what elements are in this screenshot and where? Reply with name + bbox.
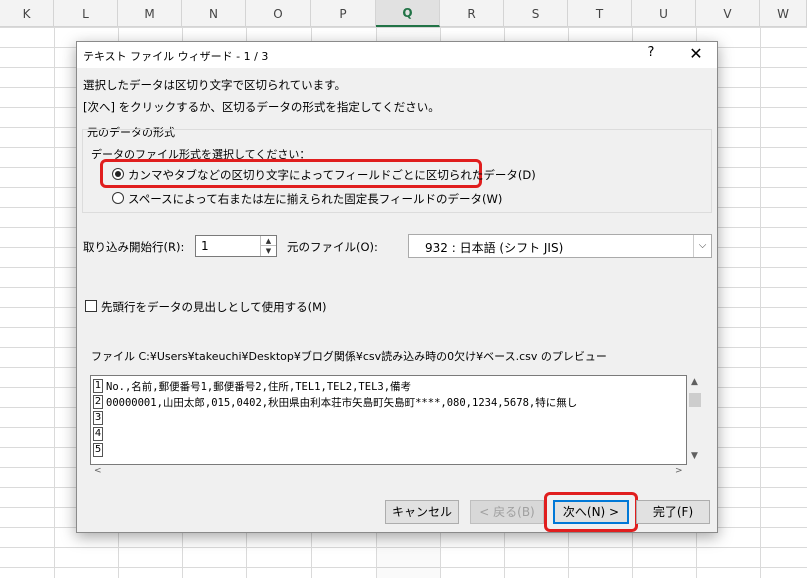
dialog-title: テキスト ファイル ウィザード - 1 / 3 [83, 50, 269, 63]
stepper-down-icon[interactable]: ▼ [261, 246, 276, 256]
column-header-l[interactable]: L [54, 0, 118, 27]
column-header-k[interactable]: K [0, 0, 54, 27]
help-button[interactable]: ? [642, 45, 660, 63]
line-number: 1 [93, 379, 103, 393]
preview-pane[interactable]: 1 2 3 4 5 No.,名前,郵便番号1,郵便番号2,住所,TEL1,TEL… [90, 375, 687, 465]
origin-select-value: 932 : 日本語 (シフト JIS) [425, 241, 564, 255]
scroll-left-icon[interactable]: < [94, 466, 102, 476]
back-button[interactable]: < 戻る(B) [470, 500, 544, 524]
column-header-p[interactable]: P [311, 0, 376, 27]
text-import-wizard-dialog: テキスト ファイル ウィザード - 1 / 3 ? ✕ 選択したデータは区切り文… [76, 41, 718, 533]
preview-horizontal-scrollbar[interactable]: < > [90, 465, 687, 479]
header-row-checkbox[interactable] [85, 300, 97, 312]
grid-line [54, 27, 55, 578]
start-row-stepper[interactable]: 1 ▲ ▼ [195, 235, 277, 257]
scroll-right-icon[interactable]: > [675, 466, 683, 476]
scroll-down-icon[interactable]: ▼ [691, 451, 698, 461]
column-header-u[interactable]: U [632, 0, 696, 27]
radio-delimited-label[interactable]: カンマやタブなどの区切り文字によってフィールドごとに区切られたデータ(D) [128, 167, 536, 183]
column-header-bar: K L M N O P Q R S T U V W [0, 0, 807, 27]
start-row-label: 取り込み開始行(R): [83, 240, 185, 254]
column-header-r[interactable]: R [440, 0, 504, 27]
radio-fixed-width-label[interactable]: スペースによって右または左に揃えられた固定長フィールドのデータ(W) [128, 191, 502, 207]
line-number: 3 [93, 411, 103, 425]
dialog-titlebar[interactable]: テキスト ファイル ウィザード - 1 / 3 ? ✕ [77, 42, 717, 68]
intro-text-2: [次へ] をクリックするか、区切るデータの形式を指定してください。 [83, 100, 440, 114]
column-header-n[interactable]: N [182, 0, 246, 27]
column-header-s[interactable]: S [504, 0, 568, 27]
column-header-q[interactable]: Q [376, 0, 440, 27]
grid-line [760, 27, 761, 578]
column-header-m[interactable]: M [118, 0, 182, 27]
radio-delimited[interactable] [112, 168, 124, 180]
column-header-t[interactable]: T [568, 0, 632, 27]
finish-button[interactable]: 完了(F) [636, 500, 710, 524]
close-button[interactable]: ✕ [685, 43, 707, 65]
radio-fixed-width[interactable] [112, 192, 124, 204]
line-number: 4 [93, 427, 103, 441]
chevron-down-icon[interactable]: ⌵ [693, 235, 711, 257]
preview-row: No.,名前,郵便番号1,郵便番号2,住所,TEL1,TEL2,TEL3,備考 [106, 381, 412, 393]
preview-vertical-scrollbar[interactable]: ▲ ▼ [687, 375, 703, 465]
column-header-v[interactable]: V [696, 0, 760, 27]
column-header-w[interactable]: W [760, 0, 807, 27]
preview-caption: ファイル C:¥Users¥takeuchi¥Desktop¥ブログ関係¥csv… [91, 350, 607, 363]
next-button[interactable]: 次へ(N) > [553, 500, 629, 524]
column-header-o[interactable]: O [246, 0, 311, 27]
start-row-value[interactable]: 1 [201, 239, 209, 253]
origin-label: 元のファイル(O): [287, 240, 378, 254]
origin-select[interactable]: 932 : 日本語 (シフト JIS) ⌵ [408, 234, 712, 258]
line-number: 2 [93, 395, 103, 409]
intro-text-1: 選択したデータは区切り文字で区切られています。 [83, 78, 347, 92]
line-number: 5 [93, 443, 103, 457]
stepper-up-icon[interactable]: ▲ [261, 236, 276, 246]
stepper-arrows: ▲ ▼ [260, 236, 276, 256]
cancel-button[interactable]: キャンセル [385, 500, 459, 524]
preview-row: 00000001,山田太郎,015,0402,秋田県由利本荘市矢島町矢島町***… [106, 397, 578, 409]
header-row-checkbox-label[interactable]: 先頭行をデータの見出しとして使用する(M) [101, 299, 327, 315]
scroll-up-icon[interactable]: ▲ [691, 377, 698, 387]
scroll-thumb[interactable] [689, 393, 701, 407]
